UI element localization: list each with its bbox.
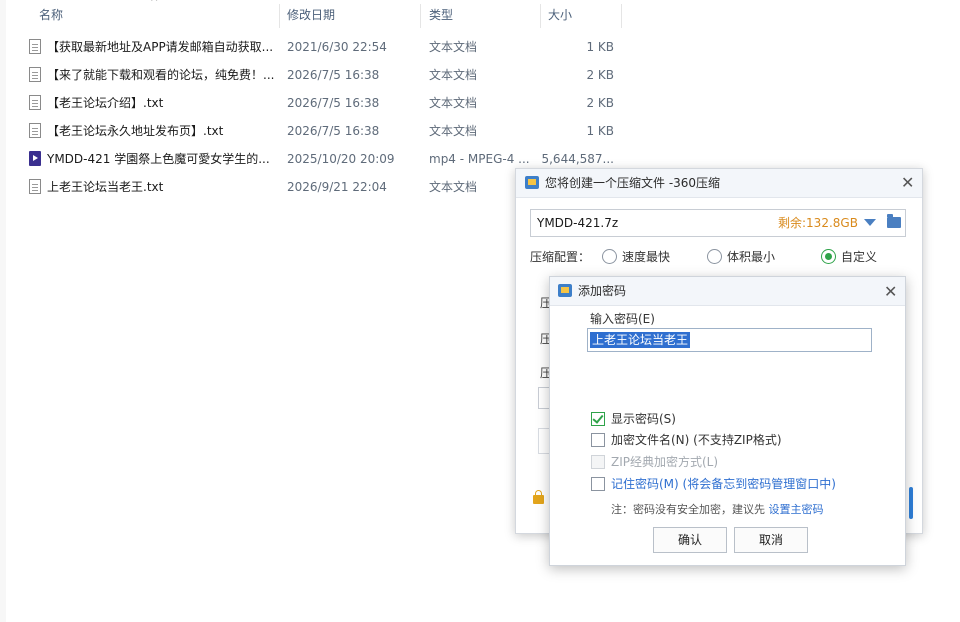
password-dialog-titlebar[interactable]: 添加密码 ✕: [550, 277, 905, 306]
archive-name: YMDD-421.7z: [537, 216, 619, 230]
add-password-dialog: 添加密码 ✕ 输入密码(E) 上老王论坛当老王 显示密码(S) 加密文件名(N)…: [549, 276, 906, 566]
column-divider[interactable]: [279, 4, 280, 28]
file-date: 2026/7/5 16:38: [287, 96, 380, 110]
column-divider[interactable]: [621, 4, 622, 28]
column-header: ^ 名称 修改日期 类型 大小: [0, 0, 622, 30]
file-size: 2 KB: [586, 68, 614, 82]
zip-classic-checkbox: [591, 455, 605, 469]
file-size: 2 KB: [586, 96, 614, 110]
remember-password-checkbox[interactable]: [591, 477, 605, 491]
zip-classic-label: ZIP经典加密方式(L): [611, 455, 719, 469]
archive-app-icon: [558, 284, 572, 297]
password-input-label: 输入密码(E): [590, 312, 655, 326]
file-name: YMDD-421 学園祭上色魔可愛女学生的...: [47, 152, 270, 166]
text-file-icon: [29, 179, 41, 194]
cancel-button[interactable]: 取消: [734, 527, 808, 553]
file-date: 2025/10/20 20:09: [287, 152, 395, 166]
file-size: 1 KB: [586, 40, 614, 54]
password-input[interactable]: 上老王论坛当老王: [587, 328, 872, 352]
archive-app-icon: [525, 176, 539, 189]
radio-custom-label[interactable]: 自定义: [841, 249, 877, 265]
show-password-checkbox[interactable]: [591, 412, 605, 426]
radio-fastest-label[interactable]: 速度最快: [622, 249, 670, 265]
radio-fastest[interactable]: [602, 249, 617, 264]
radio-smallest[interactable]: [707, 249, 722, 264]
lock-icon: [533, 490, 544, 504]
video-file-icon: [29, 151, 41, 166]
file-date: 2026/9/21 22:04: [287, 180, 387, 194]
file-row[interactable]: 【获取最新地址及APP请发邮箱自动获取... 2021/6/30 22:54 文…: [0, 33, 622, 61]
folder-icon[interactable]: [887, 214, 901, 228]
set-master-password-link[interactable]: 设置主密码: [769, 503, 824, 516]
security-note: 注：密码没有安全加密，建议先 设置主密码: [611, 502, 824, 518]
file-date: 2026/7/5 16:38: [287, 124, 380, 138]
column-divider[interactable]: [540, 4, 541, 28]
remember-password-label[interactable]: 记住密码(M) (将会备忘到密码管理窗口中): [611, 476, 836, 492]
free-space-label: 剩余:132.8GB: [778, 216, 858, 230]
close-icon[interactable]: ✕: [901, 175, 914, 191]
archive-path-field[interactable]: YMDD-421.7z 剩余:132.8GB: [530, 209, 906, 237]
file-type: 文本文档: [429, 124, 478, 138]
file-name: 【老王论坛介绍】.txt: [47, 96, 164, 110]
start-button-edge[interactable]: [909, 487, 913, 519]
file-name: 【来了就能下载和观看的论坛，纯免费！...: [47, 68, 275, 82]
radio-smallest-label[interactable]: 体积最小: [727, 249, 775, 265]
password-dialog-title: 添加密码: [578, 284, 627, 298]
column-size[interactable]: 大小: [548, 0, 572, 30]
show-password-label[interactable]: 显示密码(S): [611, 411, 676, 427]
confirm-button[interactable]: 确认: [653, 527, 727, 553]
file-type: 文本文档: [429, 96, 478, 110]
file-name: 上老王论坛当老王.txt: [47, 180, 164, 194]
file-row[interactable]: 【老王论坛永久地址发布页】.txt 2026/7/5 16:38 文本文档 1 …: [0, 117, 622, 145]
file-size: 1 KB: [586, 124, 614, 138]
column-name[interactable]: 名称: [39, 0, 63, 30]
sort-up-icon: ^: [150, 0, 159, 8]
file-name: 【获取最新地址及APP请发邮箱自动获取...: [47, 40, 274, 54]
text-file-icon: [29, 95, 41, 110]
text-file-icon: [29, 67, 41, 82]
file-name: 【老王论坛永久地址发布页】.txt: [47, 124, 224, 138]
file-row[interactable]: 【老王论坛介绍】.txt 2026/7/5 16:38 文本文档 2 KB: [0, 89, 622, 117]
compress-dialog-titlebar[interactable]: 您将创建一个压缩文件 -360压缩 ✕: [516, 169, 922, 198]
file-date: 2021/6/30 22:54: [287, 40, 387, 54]
column-type[interactable]: 类型: [429, 0, 453, 30]
file-type: 文本文档: [429, 40, 478, 54]
compress-dialog-title: 您将创建一个压缩文件 -360压缩: [545, 176, 721, 190]
text-file-icon: [29, 123, 41, 138]
close-icon[interactable]: ✕: [884, 284, 897, 300]
column-divider[interactable]: [420, 4, 421, 28]
compress-config-label: 压缩配置：: [530, 250, 591, 264]
password-value: 上老王论坛当老王: [590, 332, 691, 348]
dropdown-arrow-icon[interactable]: [864, 219, 876, 226]
column-date[interactable]: 修改日期: [287, 0, 335, 30]
security-note-text: 注：密码没有安全加密，建议先: [611, 503, 765, 516]
text-file-icon: [29, 39, 41, 54]
encrypt-filename-checkbox[interactable]: [591, 433, 605, 447]
radio-custom[interactable]: [821, 249, 836, 264]
file-type: 文本文档: [429, 68, 478, 82]
file-date: 2026/7/5 16:38: [287, 68, 380, 82]
encrypt-filename-label[interactable]: 加密文件名(N) (不支持ZIP格式): [611, 432, 782, 448]
file-row[interactable]: 【来了就能下载和观看的论坛，纯免费！... 2026/7/5 16:38 文本文…: [0, 61, 622, 89]
